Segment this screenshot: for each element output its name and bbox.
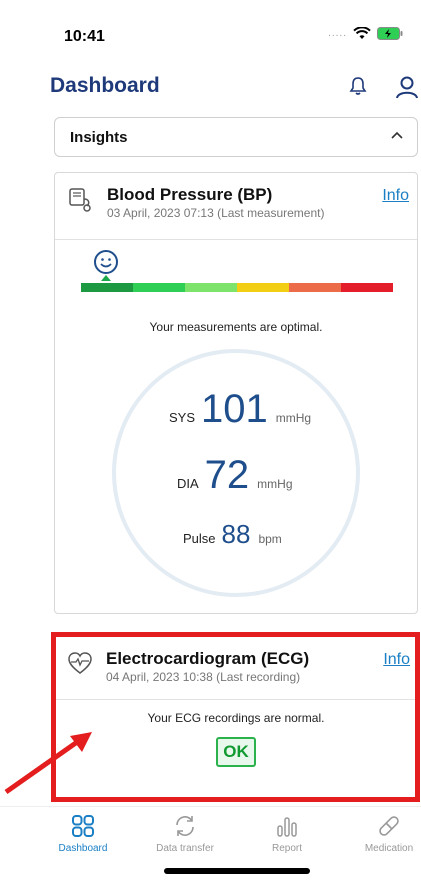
ecg-card[interactable]: Electrocardiogram (ECG) 04 April, 2023 1… (54, 636, 418, 796)
pulse-label: Pulse (183, 531, 216, 546)
nav-item-dashboard[interactable]: Dashboard (38, 813, 128, 854)
battery-icon (377, 27, 403, 40)
sys-reading: SYS 101 mmHg (169, 387, 311, 432)
nav-item-medication[interactable]: Medication (344, 813, 421, 854)
bp-status-message: Your measurements are optimal. (149, 320, 323, 334)
status-bar: 10:41 ..... (0, 0, 421, 70)
nav-label-dashboard: Dashboard (58, 843, 108, 854)
ecg-card-subtitle: 04 April, 2023 10:38 (Last recording) (106, 670, 301, 684)
scale-segment (81, 283, 133, 292)
pulse-unit: bpm (258, 532, 282, 546)
smiley-icon (94, 250, 118, 274)
pulse-value: 88 (221, 519, 251, 549)
dia-value: 72 (204, 453, 250, 497)
chevron-up-icon (391, 131, 403, 139)
heart-pulse-icon (68, 652, 92, 674)
ecg-ok-badge: OK (216, 737, 256, 767)
report-icon (277, 817, 297, 837)
sync-icon (176, 816, 194, 836)
scale-segment (289, 283, 341, 292)
pill-icon (379, 816, 399, 836)
bell-icon[interactable] (347, 75, 369, 97)
bp-card-title: Blood Pressure (BP) (107, 185, 273, 204)
user-icon[interactable] (394, 74, 420, 100)
card-divider (55, 239, 417, 240)
dashboard-icon (72, 815, 94, 837)
nav-label-data-transfer: Data transfer (156, 843, 214, 854)
status-time: 10:41 (64, 28, 105, 45)
sys-value: 101 (201, 387, 268, 431)
bp-info-link[interactable]: Info (382, 187, 409, 205)
sys-label: SYS (169, 410, 196, 425)
bp-card[interactable]: Blood Pressure (BP) 03 April, 2023 07:13… (54, 172, 418, 614)
scale-segment (133, 283, 185, 292)
signal-icon: ..... (328, 28, 347, 39)
ecg-info-link[interactable]: Info (383, 651, 410, 669)
wifi-icon (353, 27, 371, 39)
scale-pointer (101, 275, 111, 281)
ecg-status-message: Your ECG recordings are normal. (147, 711, 325, 725)
bottom-nav: Dashboard Data transfer Report Medicatio… (0, 806, 421, 862)
scale-segment (341, 283, 393, 292)
nav-label-medication: Medication (364, 843, 414, 854)
bp-scale-bar (81, 283, 393, 292)
scale-segment (237, 283, 289, 292)
card-divider (54, 699, 418, 700)
insights-dropdown[interactable]: Insights (54, 117, 418, 157)
nav-item-data-transfer[interactable]: Data transfer (140, 813, 230, 854)
home-indicator (164, 868, 310, 874)
nav-item-report[interactable]: Report (242, 813, 332, 854)
blood-pressure-monitor-icon (69, 188, 91, 212)
ecg-card-title: Electrocardiogram (ECG) (106, 649, 310, 668)
sys-unit: mmHg (275, 411, 312, 425)
nav-label-report: Report (271, 843, 302, 854)
dia-unit: mmHg (257, 477, 293, 491)
scale-segment (185, 283, 237, 292)
annotation-arrow-icon (4, 732, 92, 795)
insights-label: Insights (70, 129, 128, 146)
bp-card-subtitle: 03 April, 2023 07:13 (Last measurement) (107, 206, 325, 220)
page-title: Dashboard (50, 74, 160, 97)
status-icons: ..... (328, 27, 403, 40)
pulse-reading: Pulse 88 bpm (183, 519, 282, 550)
dia-reading: DIA 72 mmHg (177, 453, 293, 498)
header: Dashboard (0, 70, 421, 110)
dia-label: DIA (177, 476, 199, 491)
